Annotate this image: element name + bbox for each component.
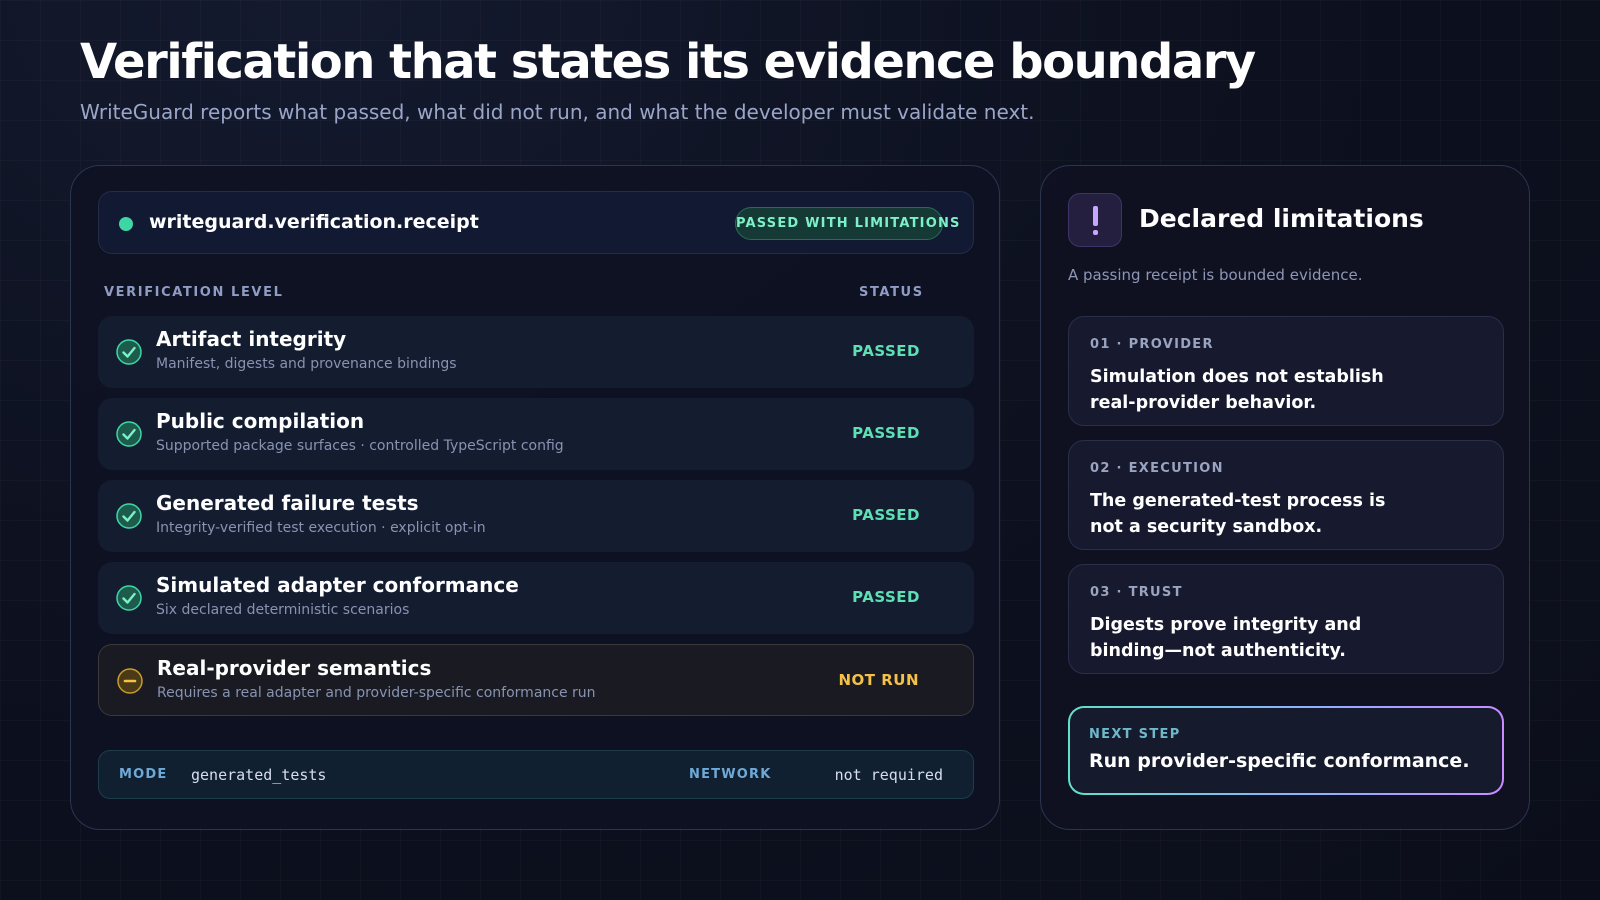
- exclamation-icon: [1068, 193, 1122, 247]
- limitation-card-provider: 01 · PROVIDER Simulation does not establ…: [1068, 316, 1504, 426]
- check-description: Six declared deterministic scenarios: [156, 602, 410, 618]
- status-dot-icon: [119, 217, 133, 231]
- check-title: Artifact integrity: [156, 327, 347, 351]
- check-title: Public compilation: [156, 409, 365, 433]
- check-row-generated-failure-tests: Generated failure tests Integrity-verifi…: [98, 480, 974, 552]
- receipt-footer: MODE generated_tests NETWORK not require…: [98, 750, 974, 799]
- overall-status-badge: PASSED WITH LIMITATIONS: [735, 207, 959, 240]
- check-description: Supported package surfaces · controlled …: [156, 438, 564, 454]
- check-status: PASSED: [852, 424, 920, 442]
- check-circle-icon: [116, 339, 142, 365]
- page-title: Verification that states its evidence bo…: [80, 34, 1256, 90]
- limitation-card-trust: 03 · TRUST Digests prove integrity and b…: [1068, 564, 1504, 674]
- check-row-simulated-adapter-conformance: Simulated adapter conformance Six declar…: [98, 562, 974, 634]
- check-row-real-provider-semantics: Real-provider semantics Requires a real …: [98, 644, 974, 716]
- check-row-artifact-integrity: Artifact integrity Manifest, digests and…: [98, 316, 974, 388]
- limitation-label: 01 · PROVIDER: [1090, 337, 1214, 352]
- check-status: NOT RUN: [838, 671, 919, 689]
- next-step-text: Run provider-specific conformance.: [1089, 750, 1470, 772]
- check-circle-icon: [116, 585, 142, 611]
- check-status: PASSED: [852, 342, 920, 360]
- verification-receipt-panel: writeguard.verification.receipt PASSED W…: [70, 165, 1000, 830]
- check-circle-icon: [116, 503, 142, 529]
- column-header-level: VERIFICATION LEVEL: [104, 285, 284, 300]
- limitation-text: Simulation does not establish real-provi…: [1090, 367, 1384, 413]
- minus-circle-icon: [117, 668, 143, 694]
- mode-label: MODE: [119, 767, 168, 782]
- limitation-text: Digests prove integrity and binding—not …: [1090, 615, 1362, 661]
- check-description: Integrity-verified test execution · expl…: [156, 520, 486, 536]
- mode-value: generated_tests: [191, 766, 327, 784]
- limitations-title: Declared limitations: [1139, 204, 1424, 233]
- declared-limitations-panel: Declared limitations A passing receipt i…: [1040, 165, 1530, 830]
- check-description: Requires a real adapter and provider-spe…: [157, 685, 596, 701]
- check-row-public-compilation: Public compilation Supported package sur…: [98, 398, 974, 470]
- receipt-header: writeguard.verification.receipt PASSED W…: [98, 191, 974, 254]
- limitation-card-execution: 02 · EXECUTION The generated-test proces…: [1068, 440, 1504, 550]
- limitation-label: 03 · TRUST: [1090, 585, 1183, 600]
- limitation-text: The generated-test process is not a secu…: [1090, 491, 1386, 537]
- next-step-label: NEXT STEP: [1089, 727, 1181, 742]
- check-title: Real-provider semantics: [157, 656, 432, 680]
- check-status: PASSED: [852, 588, 920, 606]
- next-step-card: NEXT STEP Run provider-specific conforma…: [1068, 706, 1504, 795]
- receipt-name: writeguard.verification.receipt: [149, 211, 479, 233]
- network-value: not required: [834, 766, 943, 784]
- page-subtitle: WriteGuard reports what passed, what did…: [80, 100, 1035, 124]
- network-label: NETWORK: [689, 767, 772, 782]
- column-header-status: STATUS: [859, 285, 924, 300]
- check-status: PASSED: [852, 506, 920, 524]
- check-title: Simulated adapter conformance: [156, 573, 519, 597]
- limitation-label: 02 · EXECUTION: [1090, 461, 1224, 476]
- limitations-subtitle: A passing receipt is bounded evidence.: [1068, 266, 1363, 284]
- check-description: Manifest, digests and provenance binding…: [156, 356, 457, 372]
- check-circle-icon: [116, 421, 142, 447]
- check-title: Generated failure tests: [156, 491, 419, 515]
